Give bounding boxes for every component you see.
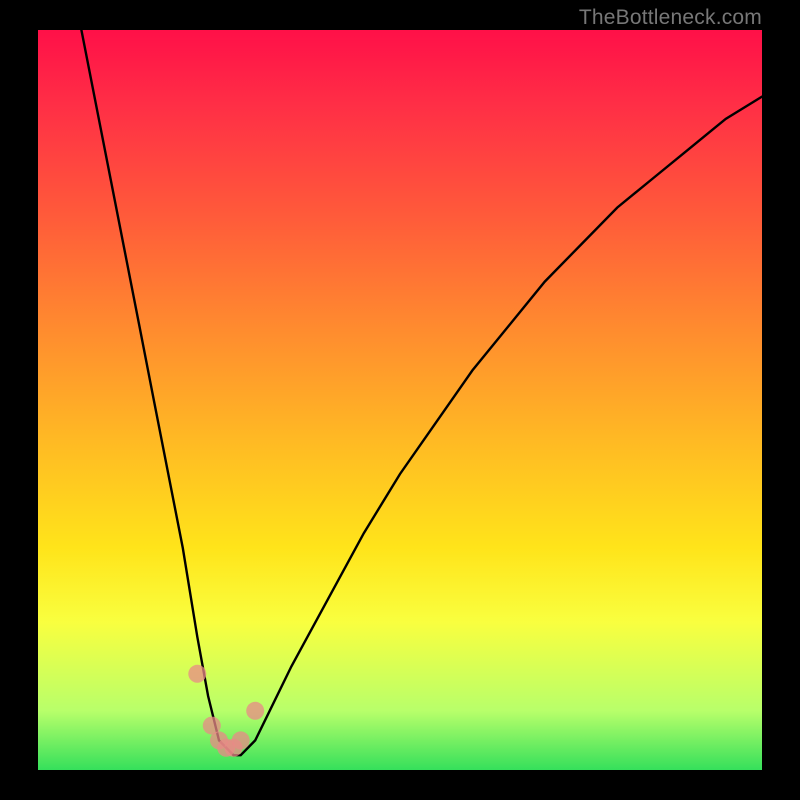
trough-dot [188,665,206,683]
trough-dot [232,731,250,749]
watermark-text: TheBottleneck.com [579,6,762,30]
curve-layer [38,30,762,770]
trough-dot [246,702,264,720]
plot-area [38,30,762,770]
chart-frame: TheBottleneck.com [0,0,800,800]
bottleneck-curve [81,30,762,755]
